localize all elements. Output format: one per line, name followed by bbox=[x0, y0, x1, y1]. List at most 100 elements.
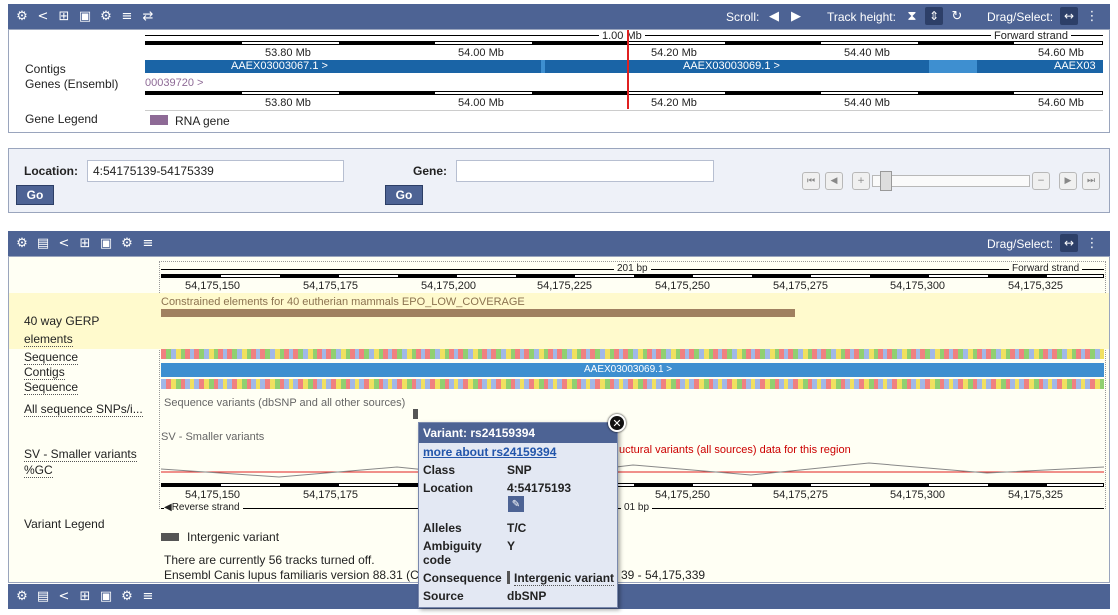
gene-label: Gene: bbox=[413, 164, 448, 178]
select-mode-icon[interactable]: ⋮ bbox=[1084, 8, 1100, 24]
export-data-icon[interactable]: ▤ bbox=[35, 588, 51, 604]
jump-start-icon[interactable]: ⏮ bbox=[802, 172, 820, 190]
refresh-icon[interactable]: ↻ bbox=[949, 8, 965, 24]
zoom-slider[interactable] bbox=[872, 175, 1030, 187]
resize-icon[interactable]: ⊞ bbox=[77, 588, 93, 604]
location-label: Location: bbox=[24, 164, 78, 178]
snp-marker[interactable] bbox=[413, 409, 418, 419]
popup-more-link[interactable]: more about rs24159394 bbox=[423, 445, 556, 459]
overview-tick: 54.60 Mb bbox=[1038, 47, 1084, 59]
step-forward-icon[interactable]: ▶ bbox=[1059, 172, 1077, 190]
location-go-button[interactable]: Go bbox=[16, 185, 54, 205]
popup-val-consequence[interactable]: Intergenic variant bbox=[514, 571, 615, 586]
zoom-slider-handle[interactable] bbox=[880, 171, 892, 191]
config-tracks-icon[interactable]: ⚙ bbox=[119, 588, 135, 604]
image-export-icon[interactable]: ▣ bbox=[98, 235, 114, 251]
variant-legend-label: Variant Legend bbox=[24, 517, 105, 531]
track-label-gerp-elements[interactable]: elements bbox=[24, 332, 73, 347]
drag-select-label: Drag/Select: bbox=[987, 10, 1054, 24]
contig-gap bbox=[929, 60, 977, 73]
config-tracks-icon[interactable]: ⚙ bbox=[119, 235, 135, 251]
overview-tick: 54.60 Mb bbox=[1038, 97, 1084, 109]
divider bbox=[145, 110, 1103, 111]
popup-val-ambiguity: Y bbox=[507, 539, 516, 553]
popup-val-location: 4:54175193 bbox=[507, 481, 572, 495]
gene-label[interactable]: 00039720 > bbox=[145, 77, 203, 89]
ruler-bar bbox=[161, 274, 1104, 278]
reorder-tracks-icon[interactable]: ≡ bbox=[140, 588, 156, 604]
edit-location-icon[interactable]: ✎ bbox=[508, 496, 524, 512]
reorder-tracks-icon[interactable]: ≡ bbox=[140, 235, 156, 251]
location-input[interactable]: 4:54175139-54175339 bbox=[87, 160, 344, 182]
detail-tick: 54,175,250 bbox=[655, 280, 711, 292]
rna-gene-swatch bbox=[150, 115, 168, 125]
collapse-height-icon[interactable]: ⧗ bbox=[904, 8, 920, 24]
gerp-element-bar[interactable] bbox=[161, 309, 795, 317]
detail-scale-label: 201 bp bbox=[614, 263, 651, 274]
popup-val-class: SNP bbox=[507, 463, 532, 477]
reverse-strand-label: ◀Reverse strand bbox=[164, 502, 243, 513]
scroll-left-icon[interactable]: ◀ bbox=[766, 8, 782, 24]
detail-contig-label[interactable]: AAEX03003069.1 > bbox=[584, 364, 672, 375]
overview-tick: 53.80 Mb bbox=[265, 97, 311, 109]
detail-tick: 54,175,325 bbox=[1008, 489, 1064, 501]
drag-mode-icon[interactable]: ↔ bbox=[1060, 7, 1078, 25]
scroll-right-icon[interactable]: ▶ bbox=[788, 8, 804, 24]
reorder-tracks-icon[interactable]: ≡ bbox=[119, 8, 135, 24]
jump-end-icon[interactable]: ⏭ bbox=[1082, 172, 1100, 190]
select-mode-icon[interactable]: ⋮ bbox=[1084, 235, 1100, 251]
gene-input[interactable] bbox=[456, 160, 714, 182]
popup-key-alleles: Alleles bbox=[423, 521, 462, 535]
image-export-icon[interactable]: ▣ bbox=[77, 8, 93, 24]
detail-tick: 54,175,150 bbox=[185, 489, 241, 501]
track-height-label: Track height: bbox=[827, 10, 896, 24]
legend-intergenic: Intergenic variant bbox=[187, 530, 280, 544]
sv-description: SV - Smaller variants bbox=[161, 431, 265, 443]
zoom-in-icon[interactable]: + bbox=[852, 172, 870, 190]
step-back-icon[interactable]: ◀ bbox=[825, 172, 843, 190]
sequence-bar[interactable] bbox=[161, 349, 1104, 359]
detail-tick: 54,175,200 bbox=[421, 280, 477, 292]
gene-go-button[interactable]: Go bbox=[385, 185, 423, 205]
detail-tick: 54,175,275 bbox=[773, 489, 829, 501]
reverse-strand-text: Reverse strand bbox=[171, 502, 240, 513]
detail-tick: 54,175,275 bbox=[773, 280, 829, 292]
detail-toolbar: ⚙ ▤ < ⊞ ▣ ⚙ ≡ Drag/Select: ↔ ⋮ bbox=[8, 231, 1110, 256]
share-icon[interactable]: < bbox=[56, 588, 72, 604]
overview-tick: 54.40 Mb bbox=[844, 47, 890, 59]
popup-key-source: Source bbox=[423, 589, 464, 603]
sequence-bar-reverse[interactable] bbox=[161, 379, 1104, 389]
resize-icon[interactable]: ⊞ bbox=[77, 235, 93, 251]
track-label-sv[interactable]: SV - Smaller variants bbox=[24, 447, 137, 462]
overview-tick: 54.40 Mb bbox=[844, 97, 890, 109]
track-label-sequence-2[interactable]: Sequence bbox=[24, 380, 79, 395]
detail-strand-label: Forward strand bbox=[1009, 263, 1083, 274]
gear-icon[interactable]: ⚙ bbox=[14, 8, 30, 24]
detail-tick: 54,175,300 bbox=[890, 280, 946, 292]
track-label-snps[interactable]: All sequence SNPs/i... bbox=[24, 402, 143, 417]
gear-icon[interactable]: ⚙ bbox=[14, 235, 30, 251]
contig-label[interactable]: AAEX03 bbox=[1054, 60, 1096, 72]
contig-label[interactable]: AAEX03003069.1 > bbox=[683, 60, 780, 72]
drag-mode-icon[interactable]: ↔ bbox=[1060, 234, 1078, 252]
track-label-sequence[interactable]: Sequence bbox=[24, 350, 79, 365]
popup-key-class: Class bbox=[423, 463, 456, 477]
contig-gap bbox=[541, 60, 545, 73]
swap-arrows-icon[interactable]: ⇄ bbox=[140, 8, 156, 24]
resize-icon[interactable]: ⊞ bbox=[56, 8, 72, 24]
expand-height-icon[interactable]: ⇕ bbox=[925, 7, 943, 25]
image-export-icon[interactable]: ▣ bbox=[98, 588, 114, 604]
popup-close-icon[interactable]: ✕ bbox=[608, 414, 626, 432]
gear-icon[interactable]: ⚙ bbox=[14, 588, 30, 604]
gerp-description: Constrained elements for 40 eutherian ma… bbox=[161, 296, 525, 308]
track-label-contigs: Contigs bbox=[25, 62, 66, 76]
share-icon[interactable]: < bbox=[56, 235, 72, 251]
track-label-gc[interactable]: %GC bbox=[24, 463, 53, 478]
share-icon[interactable]: < bbox=[35, 8, 51, 24]
export-data-icon[interactable]: ▤ bbox=[35, 235, 51, 251]
track-label-contigs[interactable]: Contigs bbox=[24, 365, 65, 380]
popup-val-alleles: T/C bbox=[507, 521, 527, 535]
zoom-out-icon[interactable]: − bbox=[1032, 172, 1050, 190]
config-tracks-icon[interactable]: ⚙ bbox=[98, 8, 114, 24]
contig-label[interactable]: AAEX03003067.1 > bbox=[231, 60, 328, 72]
